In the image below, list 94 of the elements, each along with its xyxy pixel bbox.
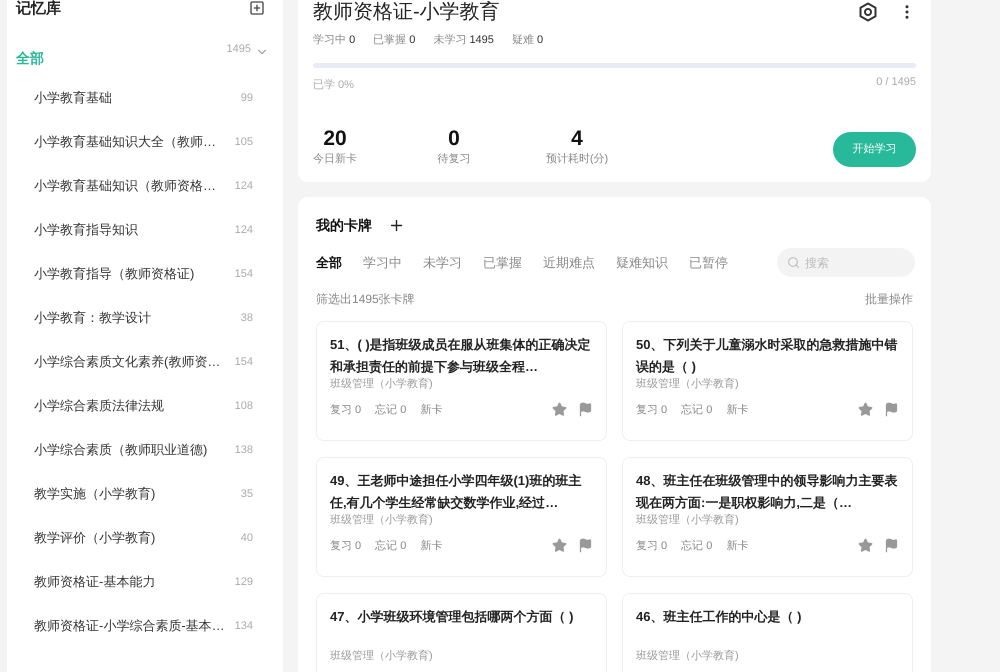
star-icon[interactable] xyxy=(858,402,873,418)
card-title: 51、( )是指班级成员在服从班集体的正确决定和承担责任的前提下参与班级全程… xyxy=(330,336,592,376)
tree-item[interactable]: 小学教育基础知识（教师资格… xyxy=(34,176,216,196)
tree-item[interactable]: 小学教育：教学设计 xyxy=(34,308,151,328)
flag-icon[interactable] xyxy=(884,402,899,418)
progress-reading: 0 / 1495 xyxy=(876,74,916,90)
filter-tab[interactable]: 学习中 xyxy=(363,252,402,272)
flashcard[interactable]: 50、下列关于儿童溺水时采取的急救措施中错误的是（ ) 班级管理（小学教育) 复习 0 忘记 0 新卡 xyxy=(622,321,913,441)
item-count: 138 xyxy=(234,442,253,458)
summary-label: 待复习 xyxy=(438,152,470,166)
flashcard[interactable]: 46、班主任工作的中心是（ ) 班级管理（小学教育) xyxy=(622,593,913,672)
card-category: 班级管理（小学教育) xyxy=(636,376,740,392)
star-icon[interactable] xyxy=(552,538,567,554)
forget-count: 忘记 0 xyxy=(681,402,712,418)
review-count: 复习 0 xyxy=(636,538,668,554)
flag-icon[interactable] xyxy=(578,402,593,418)
card-status: 新卡 xyxy=(420,538,442,554)
settings-icon[interactable] xyxy=(858,2,878,22)
filter-tab[interactable]: 全部 xyxy=(316,252,342,272)
add-icon[interactable] xyxy=(388,217,405,234)
stat-text: 疑难 0 xyxy=(512,33,544,48)
item-count: 38 xyxy=(240,310,253,326)
forget-count: 忘记 0 xyxy=(375,538,406,554)
summary-label: 预计耗时(分) xyxy=(546,152,608,166)
tree-item[interactable]: 小学综合素质（教师职业道德) xyxy=(34,440,208,460)
filter-tab[interactable]: 已掌握 xyxy=(483,252,522,272)
card-status: 新卡 xyxy=(420,402,442,418)
filter-tab[interactable]: 已暂停 xyxy=(689,252,728,272)
tree-item[interactable]: 教师资格证-基本能力 xyxy=(34,572,156,592)
card-title: 47、小学班级环境管理包括哪两个方面（ ) xyxy=(330,608,574,626)
stat-text: 已掌握 0 xyxy=(373,33,416,48)
tree-item[interactable]: 教师资格证-小学综合素质-基本… xyxy=(34,616,225,636)
tree-item[interactable]: 小学综合素质文化素养(教师资… xyxy=(34,352,220,372)
card-category: 班级管理（小学教育) xyxy=(636,648,740,664)
card-category: 班级管理（小学教育) xyxy=(330,376,434,392)
flag-icon[interactable] xyxy=(884,538,899,554)
summary-value: 4 xyxy=(571,126,583,150)
stat-text: 未学习 1495 xyxy=(433,33,494,48)
item-count: 129 xyxy=(234,574,253,590)
star-icon[interactable] xyxy=(552,402,567,418)
tree-item[interactable]: 小学教育基础知识大全（教师… xyxy=(34,132,216,152)
card-title: 48、班主任在班级管理中的领导影响力主要表现在两方面:一是职权影响力,二是（… xyxy=(636,472,898,512)
review-count: 复习 0 xyxy=(330,538,362,554)
forget-count: 忘记 0 xyxy=(375,402,406,418)
star-icon[interactable] xyxy=(858,538,873,554)
deck-title: 教师资格证-小学教育 xyxy=(313,0,500,24)
filter-tab[interactable]: 近期难点 xyxy=(543,252,595,272)
batch-action-link[interactable]: 批量操作 xyxy=(865,290,913,308)
progress-label: 已学 0% xyxy=(313,78,354,92)
filter-tab[interactable]: 疑难知识 xyxy=(616,252,668,272)
tree-item[interactable]: 小学教育指导知识 xyxy=(34,220,138,240)
tree-item[interactable]: 小学教育指导（教师资格证) xyxy=(34,264,194,284)
card-category: 班级管理（小学教育) xyxy=(330,512,434,528)
flag-icon[interactable] xyxy=(578,538,593,554)
summary-label: 今日新卡 xyxy=(313,152,357,166)
item-count: 124 xyxy=(234,178,253,194)
item-count: 105 xyxy=(234,134,253,150)
item-count: 40 xyxy=(240,530,253,546)
summary-value: 20 xyxy=(323,126,347,150)
item-count: 35 xyxy=(240,486,253,502)
flashcard[interactable]: 48、班主任在班级管理中的领导影响力主要表现在两方面:一是职权影响力,二是（… 班级管理（小学教育) 复习 0 忘记 0 新卡 xyxy=(622,457,913,577)
filter-tab[interactable]: 未学习 xyxy=(423,252,462,272)
item-count: 1495 xyxy=(226,42,251,57)
stat-text: 学习中 0 xyxy=(313,33,356,48)
filter-result: 筛选出1495张卡牌 xyxy=(316,291,415,308)
tree-item[interactable]: 小学教育基础 xyxy=(34,88,112,108)
tree-item[interactable]: 小学综合素质法律法规 xyxy=(34,396,164,416)
flashcard[interactable]: 49、王老师中途担任小学四年级(1)班的班主任,有几个学生经常缺交数学作业,经过… 班级管理（小学教育) 复习 0 忘记 0 新卡 xyxy=(316,457,607,577)
search-icon xyxy=(787,256,800,269)
panel-title: 我的卡牌 xyxy=(316,216,372,235)
card-category: 班级管理（小学教育) xyxy=(330,648,434,664)
summary-value: 0 xyxy=(448,126,460,150)
sidebar-title: 记忆库 xyxy=(16,0,61,18)
review-count: 复习 0 xyxy=(330,402,362,418)
item-count: 108 xyxy=(234,398,253,414)
item-count: 154 xyxy=(234,354,253,370)
item-count: 99 xyxy=(240,90,253,106)
item-count: 154 xyxy=(234,266,253,282)
item-count: 124 xyxy=(234,222,253,238)
flashcard[interactable]: 51、( )是指班级成员在服从班集体的正确决定和承担责任的前提下参与班级全程… 班级管理（小学教育) 复习 0 忘记 0 新卡 xyxy=(316,321,607,441)
item-count: 134 xyxy=(234,618,253,634)
search-field[interactable]: 搜索 xyxy=(777,248,915,277)
review-count: 复习 0 xyxy=(636,402,668,418)
card-title: 49、王老师中途担任小学四年级(1)班的班主任,有几个学生经常缺交数学作业,经过… xyxy=(330,472,582,512)
card-status: 新卡 xyxy=(726,538,748,554)
card-title: 50、下列关于儿童溺水时采取的急救措施中错误的是（ ) xyxy=(636,336,898,376)
add-icon[interactable] xyxy=(249,0,265,16)
tree-item[interactable]: 教学实施（小学教育) xyxy=(34,484,156,504)
card-status: 新卡 xyxy=(726,402,748,418)
card-title: 46、班主任工作的中心是（ ) xyxy=(636,608,802,626)
card-category: 班级管理（小学教育) xyxy=(636,512,740,528)
forget-count: 忘记 0 xyxy=(681,538,712,554)
tree-item[interactable]: 教学评价（小学教育) xyxy=(34,528,156,548)
flashcard[interactable]: 47、小学班级环境管理包括哪两个方面（ ) 班级管理（小学教育) xyxy=(316,593,607,672)
